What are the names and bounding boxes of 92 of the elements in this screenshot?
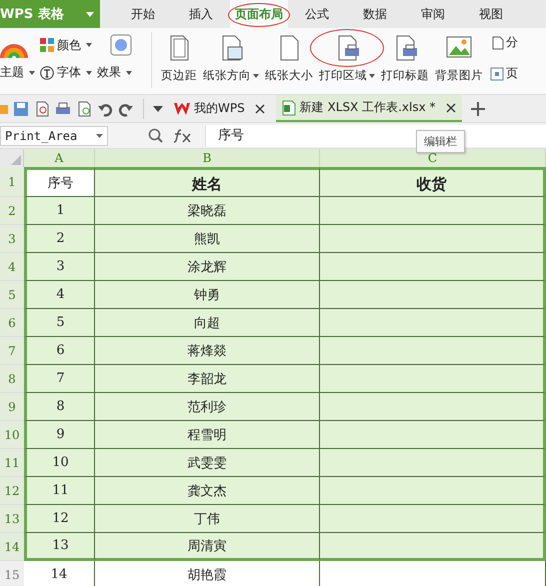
spreadsheet-icon [282, 100, 296, 116]
menu-tab[interactable]: 开始 [114, 0, 172, 28]
table-cell: 7 [24, 365, 95, 393]
printer-icon[interactable] [55, 100, 71, 116]
column-header[interactable]: C [320, 149, 546, 167]
close-icon[interactable] [254, 104, 265, 114]
table-cell: 丁伟 [95, 505, 320, 533]
page-break-icon [490, 36, 504, 50]
row-header[interactable]: 10 [0, 421, 24, 449]
table-cell: 3 [24, 253, 95, 281]
row-header[interactable]: 2 [0, 197, 24, 225]
export-icon[interactable] [34, 100, 50, 116]
ribbon-button[interactable]: 纸张方向 [200, 28, 262, 83]
row-header[interactable]: 3 [0, 225, 24, 253]
table-cell: 6 [24, 337, 95, 365]
table-cell: 14 [24, 561, 95, 586]
function-icon[interactable] [173, 128, 193, 142]
table-cell: 梁晓磊 [95, 197, 320, 225]
document-tab[interactable]: 新建 XLSX 工作表.xlsx * [276, 95, 462, 122]
table-cell: 8 [24, 393, 95, 421]
table-cell: 涂龙辉 [95, 253, 320, 281]
table-cell: 熊凯 [95, 225, 320, 253]
ribbon-button[interactable]: 打印标题 [378, 28, 432, 83]
table-cell: 武雯雯 [95, 449, 320, 477]
table-cell: 向超 [95, 309, 320, 337]
name-box[interactable]: Print_Area [0, 126, 108, 146]
table-cell: 序号 [24, 167, 95, 197]
column-header[interactable]: A [24, 149, 95, 167]
table-cell: 1 [24, 197, 95, 225]
close-icon[interactable] [446, 102, 456, 112]
print-preview-icon[interactable] [76, 100, 92, 116]
ribbon-dropdown-button[interactable]: 主题 [0, 64, 35, 81]
row-header[interactable]: 11 [0, 449, 24, 477]
table-cell: 龚文杰 [95, 477, 320, 505]
row-header[interactable]: 7 [0, 337, 24, 365]
menu-tab[interactable]: 插入 [172, 0, 230, 28]
menu-tab[interactable]: 视图 [462, 0, 520, 28]
ribbon-dropdown-button[interactable]: 效果 [97, 64, 132, 81]
ribbon-button[interactable]: 页 [490, 65, 518, 82]
palette-icon [40, 38, 54, 52]
font-icon [40, 66, 54, 80]
table-cell: 10 [24, 449, 95, 477]
row-header[interactable]: 14 [0, 533, 24, 561]
save-icon[interactable] [13, 100, 29, 116]
row-header[interactable]: 13 [0, 505, 24, 533]
dropdown-icon[interactable] [153, 106, 163, 112]
table-cell: 胡艳霞 [95, 561, 320, 586]
table-cell: 钟勇 [95, 281, 320, 309]
table-cell: 5 [24, 309, 95, 337]
ribbon-button[interactable]: 纸张大小 [262, 28, 316, 83]
menu-tab[interactable]: 数据 [346, 0, 404, 28]
table-cell: 姓名 [95, 167, 320, 197]
table-cell: 收货 [320, 167, 546, 197]
row-header[interactable]: 5 [0, 281, 24, 309]
ribbon-button[interactable]: 分 [490, 34, 518, 51]
app-name: WPS 表格 [0, 6, 64, 23]
row-header[interactable]: 4 [0, 253, 24, 281]
menu-tab[interactable]: 审阅 [404, 0, 462, 28]
menu-tab[interactable]: 公式 [288, 0, 346, 28]
caret-icon [86, 12, 94, 16]
ribbon-dropdown-button[interactable]: 字体 [40, 64, 92, 81]
menu-tab[interactable]: 页面布局 [230, 0, 288, 28]
table-cell: 11 [24, 477, 95, 505]
table-cell: 4 [24, 281, 95, 309]
row-header[interactable]: 8 [0, 365, 24, 393]
rainbow-icon [0, 44, 28, 58]
w-logo-icon [174, 102, 190, 114]
ribbon-button[interactable]: 打印区域 [316, 28, 378, 83]
table-cell: 李韶龙 [95, 365, 320, 393]
table-cell: 蒋烽燚 [95, 337, 320, 365]
tooltip: 编辑栏 [416, 130, 465, 153]
search-icon[interactable] [148, 128, 163, 143]
ribbon-button[interactable]: 背景图片 [432, 28, 486, 83]
row-header[interactable]: 12 [0, 477, 24, 505]
table-cell: 12 [24, 505, 95, 533]
frame-icon [490, 66, 504, 80]
annotation-circle [228, 3, 290, 27]
row-header[interactable]: 15 [0, 561, 24, 586]
colors-button[interactable]: 颜色 [40, 36, 92, 54]
table-cell: 9 [24, 421, 95, 449]
table-cell: 13 [24, 533, 95, 561]
row-header[interactable]: 9 [0, 393, 24, 421]
table-cell: 范利珍 [95, 393, 320, 421]
column-header[interactable]: B [95, 149, 320, 167]
add-tab-icon[interactable] [470, 102, 485, 116]
document-tab[interactable]: 我的WPS [168, 95, 271, 122]
table-cell: 2 [24, 225, 95, 253]
row-header[interactable]: 1 [0, 167, 24, 197]
row-header[interactable]: 6 [0, 309, 24, 337]
ribbon-button[interactable]: 页边距 [158, 28, 200, 83]
table-cell: 程雪明 [95, 421, 320, 449]
table-cell: 周清寅 [95, 533, 320, 561]
